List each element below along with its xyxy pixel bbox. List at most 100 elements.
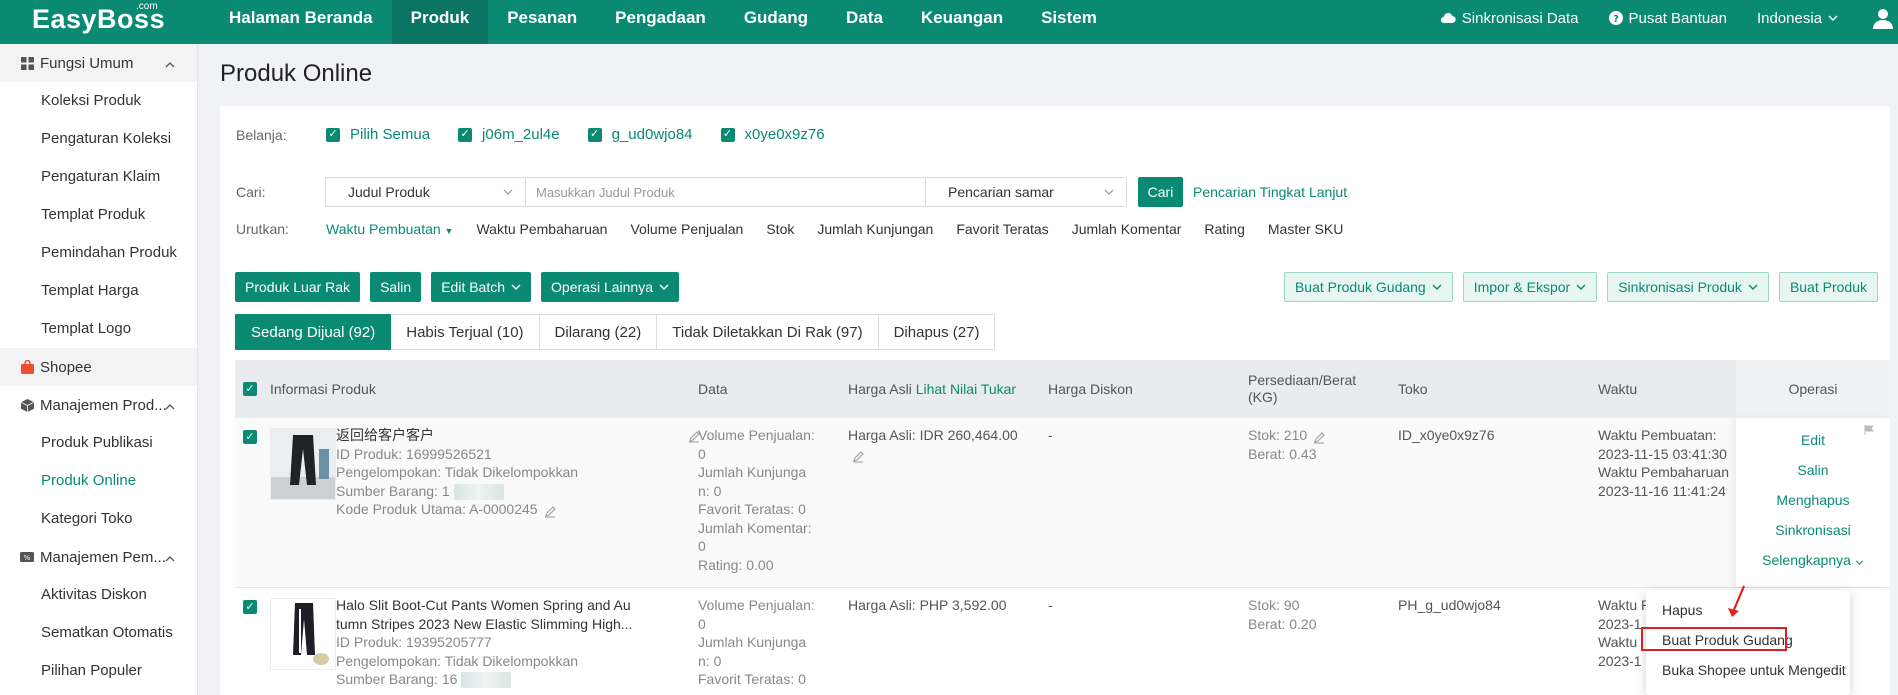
- language-select[interactable]: Indonesia: [1757, 0, 1838, 36]
- sidebar-item-aktivitas-diskon[interactable]: Aktivitas Diskon: [0, 576, 197, 614]
- row-checkbox[interactable]: ✓: [243, 430, 257, 444]
- sort-jumlah-komentar[interactable]: Jumlah Komentar: [1072, 221, 1182, 237]
- unlist-product-button[interactable]: Produk Luar Rak: [235, 272, 361, 302]
- tab-tidak-diletakkan[interactable]: Tidak Diletakkan Di Rak (97): [657, 314, 879, 350]
- sidebar-item-pengaturan-koleksi[interactable]: Pengaturan Koleksi: [0, 120, 197, 158]
- exchange-rate-link[interactable]: Lihat Nilai Tukar: [916, 381, 1016, 397]
- copy-button[interactable]: Salin: [370, 272, 422, 302]
- svg-text:%: %: [24, 554, 31, 562]
- checkbox-select-all[interactable]: ✓: [326, 127, 340, 142]
- nav-data[interactable]: Data: [827, 0, 902, 44]
- sidebar-item-templat-logo[interactable]: Templat Logo: [0, 310, 197, 348]
- shop-3-label[interactable]: x0ye0x9z76: [745, 126, 825, 143]
- sidebar-group-shopee[interactable]: Shopee: [0, 348, 197, 386]
- sidebar-item-produk-online[interactable]: Produk Online: [0, 462, 197, 500]
- product-thumbnail[interactable]: [270, 598, 336, 670]
- sidebar-item-koleksi-produk[interactable]: Koleksi Produk: [0, 82, 197, 120]
- sidebar-item-pemindahan-produk[interactable]: Pemindahan Produk: [0, 234, 197, 272]
- dropdown-open-shopee-edit[interactable]: Buka Shopee untuk Mengedit: [1646, 655, 1850, 685]
- row-checkbox[interactable]: ✓: [243, 600, 257, 614]
- sync-product-button[interactable]: Sinkronisasi Produk: [1607, 272, 1769, 302]
- checkbox-shop-2[interactable]: ✓: [587, 127, 602, 142]
- checkbox-header[interactable]: ✓: [243, 382, 257, 396]
- sort-waktu-pembaharuan[interactable]: Waktu Pembaharuan: [476, 221, 607, 237]
- edit-batch-button[interactable]: Edit Batch: [431, 272, 532, 302]
- edit-pencil-icon[interactable]: [544, 504, 556, 518]
- help-center-button[interactable]: ? Pusat Bantuan: [1608, 0, 1727, 36]
- dropdown-delete[interactable]: Hapus: [1646, 595, 1850, 625]
- sort-stok[interactable]: Stok: [766, 221, 794, 237]
- nav-pengadaan[interactable]: Pengadaan: [596, 0, 725, 44]
- data-line: Favorit Teratas: 0: [698, 501, 806, 517]
- shop-2-label[interactable]: g_ud0wjo84: [612, 126, 693, 143]
- chevron-down-icon: [1828, 15, 1838, 21]
- advanced-search-link[interactable]: Pencarian Tingkat Lanjut: [1193, 184, 1347, 200]
- sidebar-item-kategori-toko[interactable]: Kategori Toko: [0, 500, 197, 538]
- product-title[interactable]: 返回给客户客户: [336, 426, 578, 445]
- sidebar-group-manajemen-pemasaran[interactable]: % Manajemen Pem...: [0, 538, 197, 576]
- nav-keuangan[interactable]: Keuangan: [902, 0, 1022, 44]
- nav-home[interactable]: Halaman Beranda: [210, 0, 392, 44]
- sort-favorit-teratas[interactable]: Favorit Teratas: [956, 221, 1048, 237]
- product-data: Volume Penjualan: 0 Jumlah Kunjunga n: 0…: [698, 426, 815, 574]
- search-mode-select[interactable]: Pencarian samar: [926, 178, 1126, 206]
- sidebar-item-produk-publikasi[interactable]: Produk Publikasi: [0, 424, 197, 462]
- user-avatar[interactable]: [1868, 0, 1898, 36]
- product-thumbnail[interactable]: [270, 428, 336, 500]
- header-select-all[interactable]: ✓: [243, 360, 257, 418]
- nav-gudang[interactable]: Gudang: [725, 0, 827, 44]
- sort-jumlah-kunjungan[interactable]: Jumlah Kunjungan: [817, 221, 933, 237]
- checkbox-shop-3[interactable]: ✓: [720, 127, 735, 142]
- tab-habis-terjual[interactable]: Habis Terjual (10): [391, 314, 540, 350]
- create-warehouse-product-button[interactable]: Buat Produk Gudang: [1283, 272, 1453, 302]
- flag-icon[interactable]: [1864, 422, 1875, 438]
- right-actions: Buat Produk Gudang Impor & Ekspor Sinkro…: [1283, 272, 1878, 302]
- data-line: 0: [698, 538, 706, 554]
- edit-stock-icon[interactable]: [1313, 430, 1325, 444]
- sync-data-button[interactable]: Sinkronisasi Data: [1440, 0, 1579, 36]
- more-link[interactable]: Selengkapnya: [1736, 545, 1890, 575]
- more-operations-button[interactable]: Operasi Lainnya: [541, 272, 679, 302]
- sync-link[interactable]: Sinkronisasi: [1736, 515, 1890, 545]
- edit-batch-label: Edit Batch: [441, 279, 506, 295]
- select-all-label[interactable]: Pilih Semua: [350, 126, 430, 143]
- search-button[interactable]: Cari: [1138, 177, 1183, 207]
- sidebar-item-sematkan-otomatis[interactable]: Sematkan Otomatis: [0, 614, 197, 652]
- checkbox-shop-1[interactable]: ✓: [458, 127, 473, 142]
- edit-price-icon[interactable]: [852, 449, 864, 463]
- nav-produk[interactable]: Produk: [391, 0, 489, 44]
- sidebar-group-fungsi-umum[interactable]: Fungsi Umum: [0, 44, 197, 82]
- sidebar-item-pilihan-populer[interactable]: Pilihan Populer: [0, 652, 197, 690]
- tab-sedang-dijual[interactable]: Sedang Dijual (92): [235, 314, 392, 350]
- sort-master-sku[interactable]: Master SKU: [1268, 221, 1343, 237]
- chevron-up-icon: [165, 57, 175, 71]
- tab-dihapus[interactable]: Dihapus (27): [878, 314, 996, 350]
- sort-volume-penjualan[interactable]: Volume Penjualan: [630, 221, 743, 237]
- create-product-button[interactable]: Buat Produk: [1778, 272, 1878, 302]
- sidebar-item-templat-harga[interactable]: Templat Harga: [0, 272, 197, 310]
- sort-rating[interactable]: Rating: [1204, 221, 1244, 237]
- sidebar-item-pengaturan-klaim[interactable]: Pengaturan Klaim: [0, 158, 197, 196]
- nav-sistem[interactable]: Sistem: [1022, 0, 1116, 44]
- copy-link[interactable]: Salin: [1736, 455, 1890, 485]
- sidebar-item-templat-produk[interactable]: Templat Produk: [0, 196, 197, 234]
- data-line: Rating: 0.00: [698, 556, 774, 573]
- search-input[interactable]: Masukkan Judul Produk: [526, 178, 926, 206]
- search-field-select[interactable]: Judul Produk: [326, 178, 526, 206]
- sort-row: Urutkan: Waktu Pembuatan ▼ Waktu Pembaha…: [236, 221, 1366, 237]
- nav-pesanan[interactable]: Pesanan: [488, 0, 596, 44]
- sort-waktu-pembuatan[interactable]: Waktu Pembuatan ▼: [326, 221, 453, 237]
- import-export-button[interactable]: Impor & Ekspor: [1462, 272, 1598, 302]
- product-title-line1[interactable]: Halo Slit Boot-Cut Pants Women Spring an…: [336, 596, 632, 615]
- page-title: Produk Online: [220, 60, 373, 87]
- product-title-line2[interactable]: tumn Stripes 2023 New Elastic Slimming H…: [336, 615, 632, 634]
- shop-1-label[interactable]: j06m_2ul4e: [482, 126, 560, 143]
- tab-dilarang[interactable]: Dilarang (22): [539, 314, 658, 350]
- product-source: Sumber Barang: 1: [336, 482, 578, 501]
- import-export-label: Impor & Ekspor: [1473, 279, 1571, 295]
- delete-link[interactable]: Menghapus: [1736, 485, 1890, 515]
- sidebar-group-manajemen-produk[interactable]: Manajemen Prod...: [0, 386, 197, 424]
- sort-active-label: Waktu Pembuatan: [326, 221, 441, 237]
- header-price: Harga Asli Lihat Nilai Tukar: [848, 360, 1016, 418]
- data-line: Volume Penjualan:: [698, 597, 815, 613]
